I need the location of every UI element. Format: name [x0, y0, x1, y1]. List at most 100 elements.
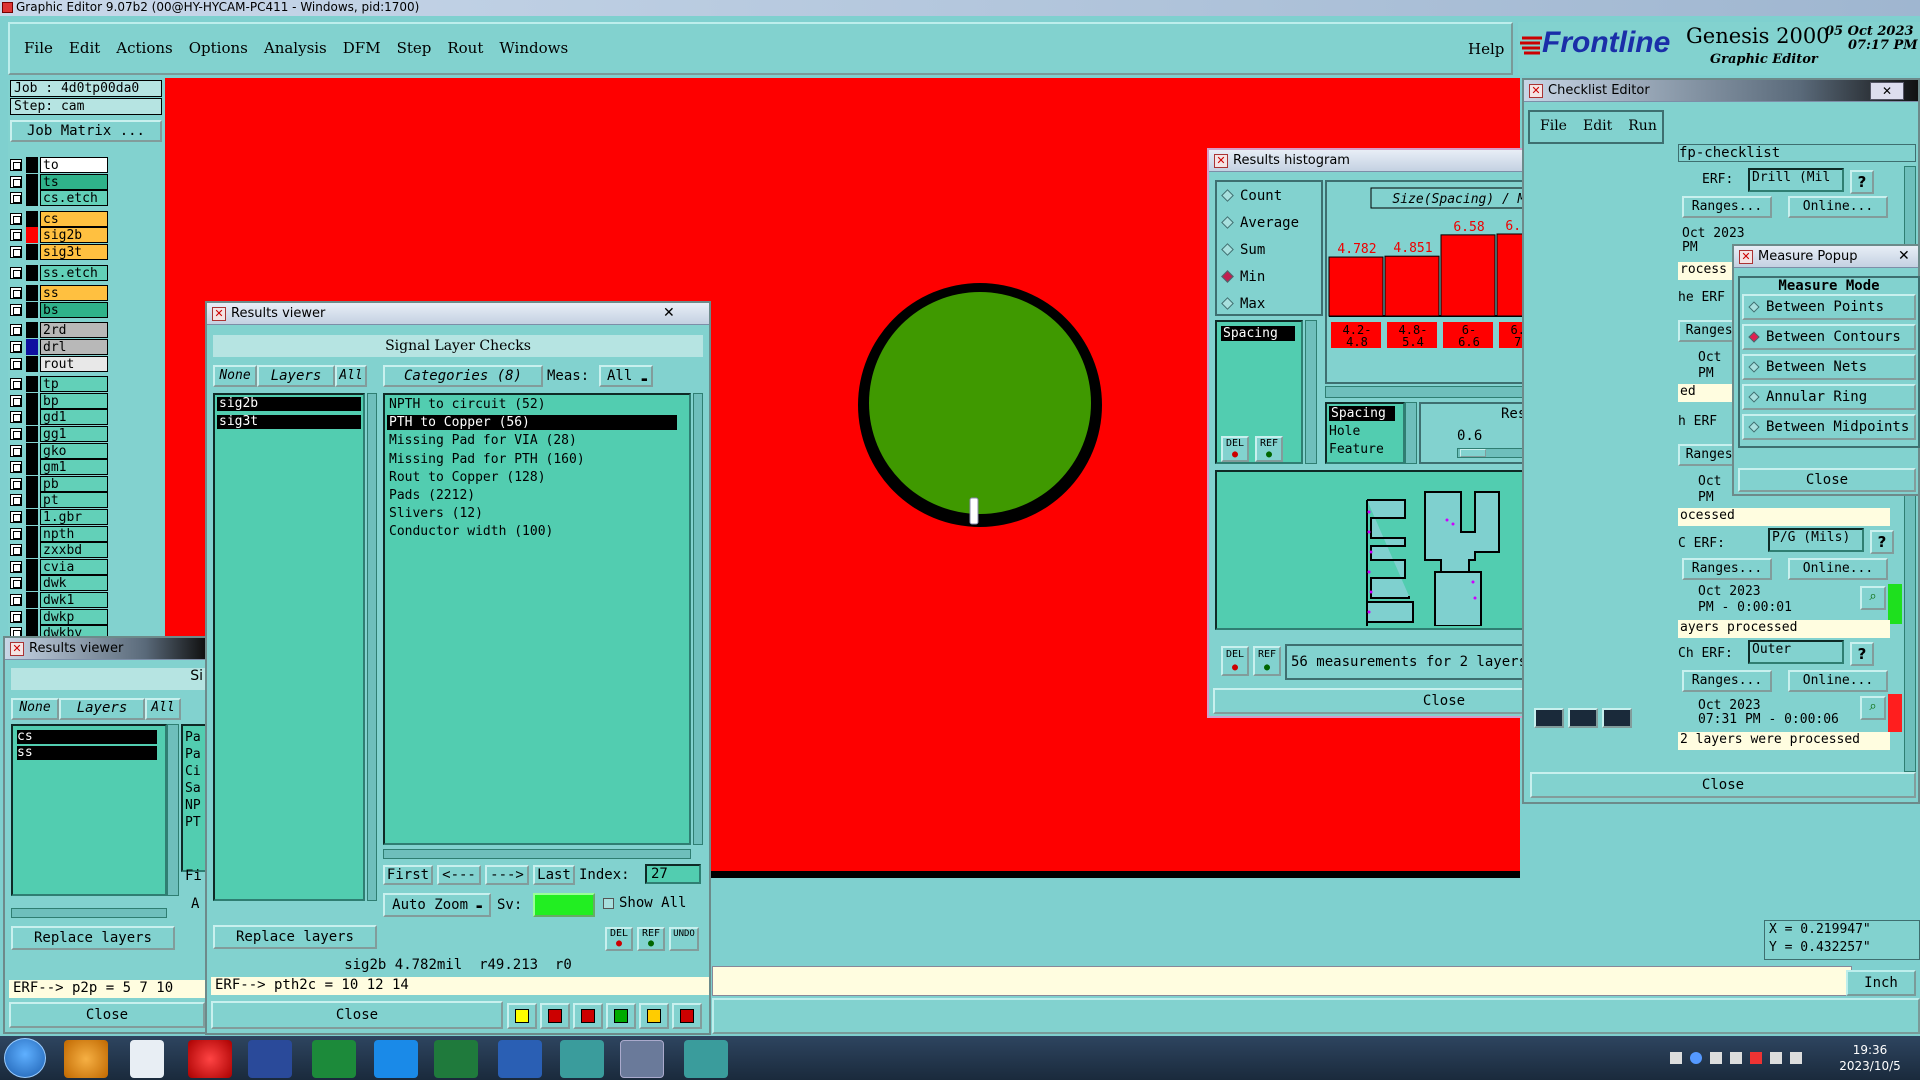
prev-button[interactable]: <---	[437, 865, 481, 885]
hist-del-button[interactable]: DEL ●	[1221, 436, 1249, 462]
histogram-list-scroll[interactable]	[1305, 320, 1317, 464]
last-button[interactable]: Last	[533, 865, 575, 885]
close-icon[interactable]: ✕	[212, 307, 226, 321]
layer-row-sig2b[interactable]: sig2b	[10, 227, 108, 244]
taskbar-app-notepad-icon[interactable]	[130, 1040, 164, 1078]
torch-icon[interactable]	[507, 1003, 537, 1029]
none-button[interactable]: None	[213, 365, 257, 387]
layer-checkbox[interactable]	[10, 411, 22, 424]
layer-state[interactable]	[26, 322, 38, 339]
layers-button[interactable]: Layers	[257, 365, 335, 387]
taskbar-app-shell-icon[interactable]	[64, 1040, 108, 1078]
zoom-icon[interactable]: ⌕	[1860, 696, 1886, 720]
layer-state[interactable]	[26, 355, 38, 372]
layer-state[interactable]	[26, 558, 38, 575]
feature-feature[interactable]: Feature	[1329, 442, 1384, 457]
online-button[interactable]: Online...	[1788, 196, 1888, 218]
layer-row-rout[interactable]: rout	[10, 355, 108, 372]
radio-diamond-icon[interactable]	[1221, 189, 1234, 202]
agg-option-count[interactable]: Count	[1221, 188, 1282, 206]
category-item[interactable]: Conductor width (100)	[387, 524, 677, 539]
layer-state[interactable]	[26, 285, 38, 302]
tray-icons[interactable]	[1670, 1052, 1820, 1066]
layer-state[interactable]	[26, 459, 38, 476]
checklist-menu-file[interactable]: File	[1540, 118, 1567, 134]
layer-checkbox[interactable]	[10, 378, 22, 391]
window-close-x[interactable]: ✕	[663, 305, 675, 321]
layer-state[interactable]	[26, 301, 38, 318]
layer-checkbox[interactable]	[10, 477, 22, 490]
measure-mode-between-nets[interactable]: Between Nets	[1742, 354, 1916, 380]
layer-row-cvia[interactable]: cvia	[10, 558, 108, 575]
taskbar-app-x-icon[interactable]	[620, 1040, 664, 1078]
drill-field[interactable]: Drill (Mil	[1748, 168, 1844, 192]
start-button[interactable]	[4, 1038, 46, 1078]
layer-row-to[interactable]: to	[10, 157, 108, 173]
taskbar-app-blue-icon[interactable]	[374, 1040, 418, 1078]
help-icon[interactable]: ?	[1870, 530, 1894, 554]
category-item[interactable]: Slivers (12)	[387, 506, 677, 521]
auto-zoom-select[interactable]: Auto Zoom ▬	[383, 893, 491, 917]
del-button[interactable]: DEL ●	[605, 927, 633, 951]
layer-checkbox[interactable]	[10, 266, 22, 279]
category-item[interactable]: NPTH to circuit (52)	[387, 397, 677, 412]
layer-state[interactable]	[26, 608, 38, 625]
layer-checkbox[interactable]	[10, 175, 22, 188]
categories-button[interactable]: Categories (8)	[383, 365, 543, 387]
layer-checkbox[interactable]	[10, 212, 22, 225]
layer-state[interactable]	[26, 442, 38, 459]
agg-option-min[interactable]: Min	[1221, 269, 1265, 287]
layer-row-gd1[interactable]: gd1	[10, 409, 108, 426]
layer-row-bs[interactable]: bs	[10, 301, 108, 318]
measure-close-x[interactable]: ✕	[1898, 248, 1910, 264]
checklist-close-x[interactable]: ✕	[1870, 82, 1904, 100]
radio-diamond-icon[interactable]	[1748, 301, 1760, 313]
layer-checkbox[interactable]	[10, 428, 22, 440]
tray-icon[interactable]	[1770, 1052, 1782, 1064]
agg-option-sum[interactable]: Sum	[1221, 242, 1265, 260]
menu-options[interactable]: Options	[189, 39, 248, 59]
layer-state[interactable]	[26, 190, 38, 207]
menu-windows[interactable]: Windows	[499, 39, 568, 59]
checklist-menu-edit[interactable]: Edit	[1583, 118, 1612, 134]
taskbar-app-word-icon[interactable]	[498, 1040, 542, 1078]
ranges-button[interactable]: Ranges...	[1682, 196, 1772, 218]
tray-icon[interactable]	[1790, 1052, 1802, 1064]
category-item[interactable]: Pads (2212)	[387, 488, 677, 503]
close-icon[interactable]: ✕	[1214, 154, 1228, 168]
feature-scroll[interactable]	[1405, 402, 1417, 464]
help-icon[interactable]: ?	[1850, 170, 1874, 194]
menu-step[interactable]: Step	[397, 39, 432, 59]
chart-icon[interactable]	[672, 1003, 702, 1029]
histogram-bar[interactable]	[1440, 234, 1496, 317]
category-hscroll[interactable]	[383, 849, 691, 859]
back-hscroll[interactable]	[11, 908, 167, 918]
back-none-button[interactable]: None	[11, 698, 59, 720]
layer-checkbox[interactable]	[10, 287, 22, 300]
measure-mode-between-points[interactable]: Between Points	[1742, 294, 1916, 320]
layer-row-pb[interactable]: pb	[10, 475, 108, 492]
layer-row-sig3t[interactable]: sig3t	[10, 244, 108, 260]
layer-row-gm1[interactable]: gm1	[10, 459, 108, 476]
layer-state[interactable]	[26, 392, 38, 409]
back-layer-item[interactable]: cs	[17, 730, 157, 744]
online-button[interactable]: Online...	[1788, 670, 1888, 692]
histogram-bar[interactable]	[1384, 255, 1440, 317]
layer-checkbox[interactable]	[10, 594, 22, 606]
layer-checkbox[interactable]	[10, 444, 22, 457]
tray-icon[interactable]	[1670, 1052, 1682, 1064]
layer-checkbox[interactable]	[10, 246, 22, 258]
help-icon[interactable]: ?	[1850, 642, 1874, 666]
close-button[interactable]: Close	[211, 1001, 503, 1029]
layer-state[interactable]	[26, 227, 38, 244]
layer-state[interactable]	[26, 157, 38, 173]
menu-actions[interactable]: Actions	[116, 39, 172, 59]
taskbar-app-eye-icon[interactable]	[560, 1040, 604, 1078]
first-button[interactable]: First	[383, 865, 433, 885]
taskbar-app-disk-icon[interactable]	[248, 1040, 292, 1078]
layer-row-ts[interactable]: ts	[10, 173, 108, 190]
category-item[interactable]: Rout to Copper (128)	[387, 470, 677, 485]
radio-diamond-icon[interactable]	[1748, 391, 1760, 403]
layer-row-gg1[interactable]: gg1	[10, 426, 108, 442]
layer-state[interactable]	[26, 575, 38, 592]
